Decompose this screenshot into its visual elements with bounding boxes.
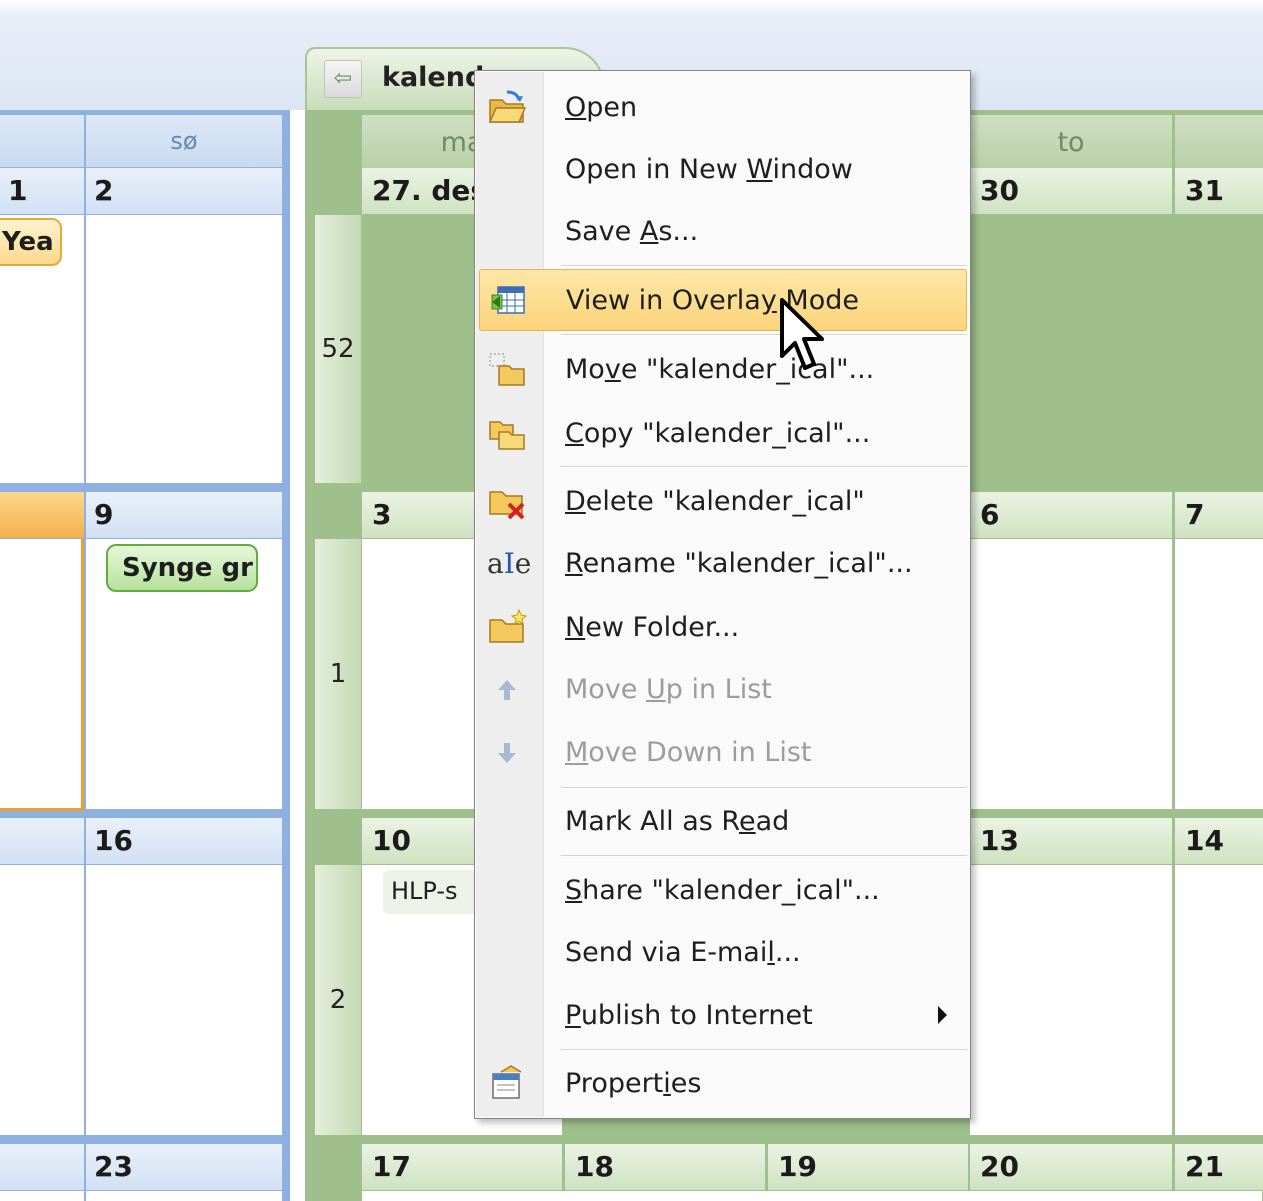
copy-folder-icon xyxy=(489,421,525,450)
day-number[interactable]: 7 xyxy=(1175,492,1263,538)
day-number[interactable]: 18 xyxy=(565,1144,765,1190)
day-number[interactable]: 2 xyxy=(86,168,282,214)
menu-item-label: Delete "kalender_ical" xyxy=(565,486,865,517)
menu-separator xyxy=(561,466,967,468)
day-number[interactable]: 9 xyxy=(86,492,282,538)
menu-item-move-folder[interactable]: Move "kalender_ical"... xyxy=(479,339,967,401)
week-number[interactable]: 2 xyxy=(315,865,361,1135)
day-number[interactable]: 30 xyxy=(970,168,1172,214)
open-folder-icon xyxy=(488,90,527,123)
menu-item-view-in-overlay-mode[interactable]: View in Overlay Mode xyxy=(479,269,967,331)
calendar-tab-title[interactable]: kalend xyxy=(382,58,484,98)
day-cell[interactable] xyxy=(1175,865,1263,1135)
week-number[interactable]: 1 xyxy=(315,539,361,809)
day-number[interactable]: 20 xyxy=(970,1144,1172,1190)
day-cell[interactable] xyxy=(86,865,282,1135)
menu-separator xyxy=(561,855,967,857)
menu-item-label: Move Up in List xyxy=(565,674,772,705)
menu-item-label: Send via E-mail... xyxy=(565,937,801,968)
day-cell[interactable] xyxy=(1175,539,1263,809)
blue-calendar: sø 1 2 Yea 9 Synge gr 16 23 xyxy=(0,110,290,1201)
menu-item-copy-folder[interactable]: Copy "kalender_ical"... xyxy=(479,403,967,465)
day-header xyxy=(0,115,84,167)
folder-context-menu: Open Open in New Window Save As... View … xyxy=(474,70,971,1119)
menu-item-new-folder[interactable]: New Folder... xyxy=(479,597,967,659)
menu-separator xyxy=(561,787,967,789)
day-header-sunday: sø xyxy=(86,115,282,167)
new-folder-icon xyxy=(489,608,527,643)
menu-item-label: New Folder... xyxy=(565,612,740,643)
day-number[interactable]: 14 xyxy=(1175,818,1263,864)
menu-item-share-calendar[interactable]: Share "kalender_ical"... xyxy=(479,860,967,922)
menu-item-label: Copy "kalender_ical"... xyxy=(565,418,871,449)
menu-item-move-up-in-list[interactable]: Move Up in List xyxy=(479,659,967,721)
day-cell[interactable] xyxy=(86,215,282,483)
overlay-toggle-icon[interactable]: ⇦ xyxy=(324,60,362,98)
menu-separator xyxy=(561,1049,967,1051)
up-arrow-icon xyxy=(498,680,516,700)
menu-item-mark-all-as-read[interactable]: Mark All as Read xyxy=(479,791,967,853)
menu-item-properties[interactable]: Properties xyxy=(479,1053,967,1115)
menu-item-open[interactable]: Open xyxy=(479,77,967,139)
menu-item-label: Share "kalender_ical"... xyxy=(565,875,880,906)
menu-item-label: Properties xyxy=(565,1068,702,1099)
day-number[interactable]: 16 xyxy=(86,818,282,864)
menu-item-send-via-email[interactable]: Send via E-mail... xyxy=(479,922,967,984)
menu-item-open-in-new-window[interactable]: Open in New Window xyxy=(479,139,967,201)
day-header xyxy=(1175,115,1263,171)
calendar-event[interactable]: Synge gr xyxy=(106,544,258,592)
menu-item-label: Mark All as Read xyxy=(565,806,790,837)
day-number[interactable]: 23 xyxy=(86,1144,282,1190)
today-cell[interactable] xyxy=(0,539,84,811)
day-cell[interactable] xyxy=(0,1191,84,1201)
menu-item-label: Save As... xyxy=(565,216,699,247)
move-folder-icon xyxy=(489,353,525,386)
menu-separator xyxy=(561,265,967,267)
menu-item-label: Open in New Window xyxy=(565,154,853,185)
calendar-event[interactable]: Yea xyxy=(0,218,62,266)
day-number[interactable]: 1 xyxy=(0,168,84,214)
menu-item-save-as[interactable]: Save As... xyxy=(479,201,967,263)
calendar-event[interactable]: HLP-s xyxy=(383,870,483,914)
menu-item-publish-to-internet[interactable]: Publish to Internet xyxy=(479,985,967,1047)
down-arrow-icon xyxy=(498,743,516,763)
day-cell[interactable] xyxy=(362,1191,1262,1201)
calendar-window: sø 1 2 Yea 9 Synge gr 16 23 ⇦ kalend ma … xyxy=(0,0,1263,1201)
menu-item-delete-folder[interactable]: Delete "kalender_ical" xyxy=(479,471,967,533)
menu-item-rename-folder[interactable]: aIe Rename "kalender_ical"... xyxy=(479,533,967,595)
menu-item-label: Rename "kalender_ical"... xyxy=(565,548,913,579)
day-number[interactable]: 6 xyxy=(970,492,1172,538)
day-number[interactable]: 17 xyxy=(362,1144,562,1190)
menu-item-label: Move Down in List xyxy=(565,737,812,768)
menu-item-label: Open xyxy=(565,92,638,123)
day-cell[interactable] xyxy=(970,865,1172,1135)
menu-item-label: Publish to Internet xyxy=(565,1000,813,1031)
day-cell[interactable] xyxy=(0,865,84,1135)
rename-icon: aIe xyxy=(487,547,532,580)
menu-item-move-down-in-list[interactable]: Move Down in List xyxy=(479,722,967,784)
mouse-cursor-icon xyxy=(780,298,824,370)
day-cell[interactable] xyxy=(970,539,1172,809)
day-number[interactable]: 13 xyxy=(970,818,1172,864)
properties-icon xyxy=(492,1065,522,1099)
week-number[interactable]: 52 xyxy=(315,215,361,483)
day-header-thursday: to xyxy=(970,115,1172,171)
day-number[interactable] xyxy=(0,818,84,864)
today-day-bar[interactable] xyxy=(0,492,84,538)
day-number[interactable]: 31 xyxy=(1175,168,1263,214)
day-number[interactable]: 19 xyxy=(768,1144,968,1190)
menu-separator xyxy=(561,334,967,336)
submenu-arrow-icon xyxy=(938,1006,947,1024)
day-number[interactable] xyxy=(0,1144,84,1190)
delete-folder-icon xyxy=(489,491,525,520)
day-number[interactable]: 21 xyxy=(1175,1144,1263,1190)
day-cell[interactable] xyxy=(86,1191,282,1201)
overlay-mode-icon xyxy=(491,286,525,314)
